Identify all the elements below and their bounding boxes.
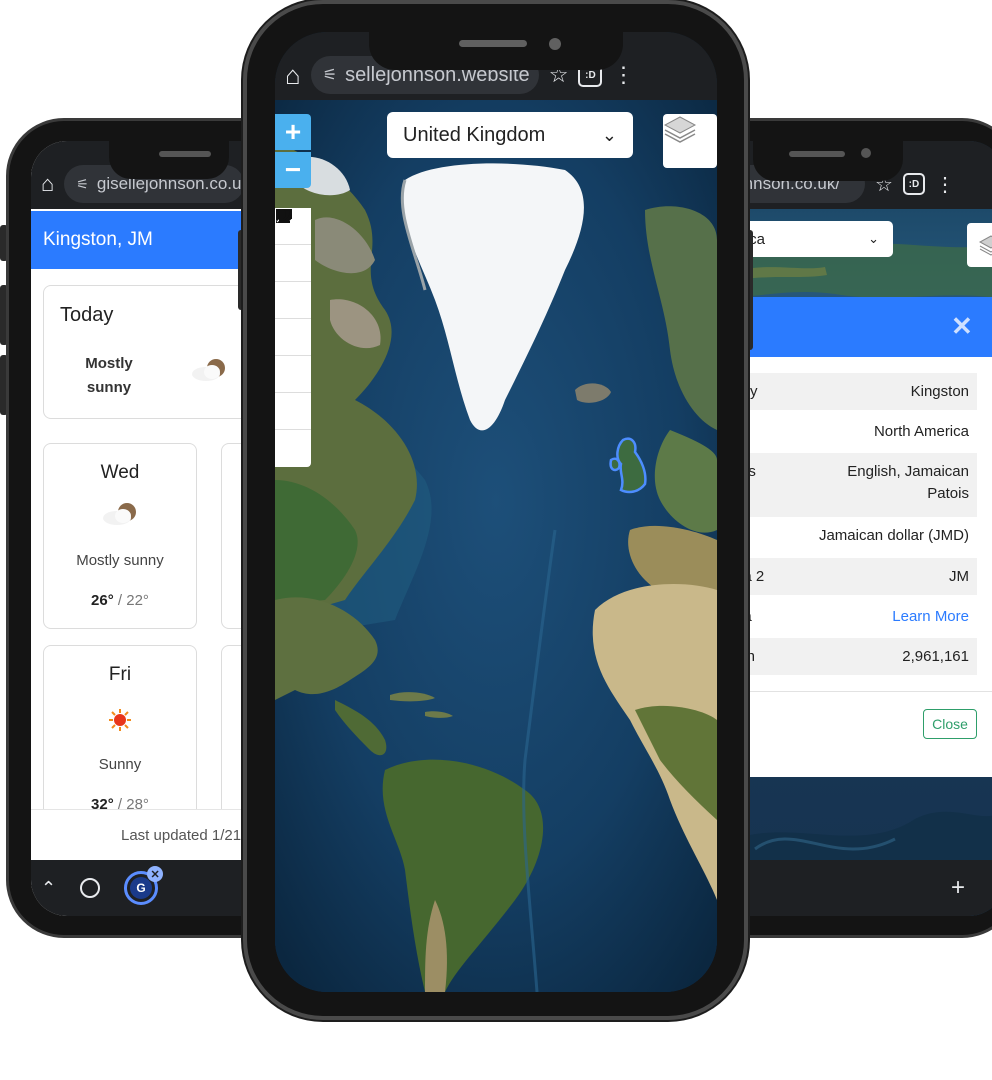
more-menu-icon[interactable]: ⋮ — [612, 62, 634, 88]
center-screen: ⌂ ⚟ sellejohnson.website ☆ :D ⋮ + − Unit… — [275, 32, 717, 992]
close-icon[interactable]: ✕ — [951, 311, 973, 342]
satellite-map — [275, 100, 717, 992]
world-map[interactable]: + − United Kingdom ⌄ — [275, 100, 717, 992]
right-screen: ejohnson.co.uk/ ☆ :D ⋮ maica ⌄ — [715, 141, 992, 916]
zoom-in-button[interactable]: + — [275, 114, 311, 150]
info-row: ency Jamaican dollar (JMD) — [715, 517, 977, 554]
zoom-out-button[interactable]: − — [275, 152, 311, 188]
today-title: Today — [60, 304, 114, 326]
city-title: Kingston, JM — [43, 229, 153, 250]
close-button[interactable]: Close — [923, 709, 977, 739]
info-value: Jamaican dollar (JMD) — [818, 527, 969, 544]
country-select-value: United Kingdom — [403, 123, 546, 146]
site-settings-icon[interactable]: ⚟ — [76, 176, 89, 193]
info-row: uages English, Jamaican Patois — [715, 453, 977, 517]
left-phone-notch — [109, 139, 229, 179]
forecast-day: Wed — [100, 462, 140, 483]
forecast-condition: Mostly sunny — [76, 552, 164, 569]
currency-icon[interactable] — [275, 209, 311, 356]
right-layers-button[interactable] — [967, 223, 992, 267]
forecast-high: 26° — [91, 592, 114, 609]
new-tab-icon[interactable]: + — [951, 874, 965, 902]
google-profile-icon[interactable]: G ✕ — [124, 866, 164, 905]
home-icon[interactable]: ⌂ — [285, 60, 301, 91]
info-value: English, Jamaican Patois — [847, 463, 969, 502]
temp-separator: / — [113, 592, 127, 609]
leaf-icon[interactable] — [275, 210, 311, 430]
info-row: pedia Learn More — [715, 598, 977, 635]
forecast-card-wed: Wed Mostly sunny 26° / 22° — [43, 443, 197, 629]
mostly-sunny-icon — [103, 503, 136, 525]
sunny-icon — [109, 709, 131, 731]
tab-switcher-icon[interactable] — [80, 878, 101, 898]
lightbulb-icon[interactable] — [275, 209, 311, 467]
chevron-down-icon: ⌄ — [868, 231, 879, 246]
chevron-down-icon: ⌄ — [601, 124, 617, 145]
info-value: JM — [949, 568, 969, 585]
news-icon[interactable] — [275, 209, 311, 319]
chevron-up-icon[interactable]: ⌃ — [41, 878, 56, 899]
info-value: North America — [873, 423, 969, 440]
showcase-stage: ⌂ ⚟ gisellejohnson.co.uk Kingston, JM To… — [0, 0, 992, 1080]
site-settings-icon[interactable]: ⚟ — [323, 65, 337, 85]
layers-button[interactable] — [663, 114, 717, 168]
info-value: 2,961,161 — [902, 648, 969, 665]
museum-icon[interactable] — [275, 209, 311, 393]
forecast-condition: Sunny — [98, 756, 142, 773]
info-row: tal city Kingston — [715, 373, 977, 410]
map-tool-strip — [275, 208, 311, 467]
country-select[interactable]: United Kingdom ⌄ — [387, 112, 633, 158]
info-value: Kingston — [910, 383, 969, 400]
modal-footer-divider — [715, 691, 992, 692]
info-row: alpha 2 JM — [715, 558, 977, 595]
home-icon[interactable]: ⌂ — [41, 171, 54, 197]
last-updated-text: Last updated 1/21 — [121, 827, 242, 844]
right-phone-notch — [753, 139, 903, 181]
right-bottom-bar: G ✕ + — [715, 860, 992, 916]
info-row: inent North America — [715, 413, 977, 450]
country-info-modal: wn ✕ tal city Kingston inent North Ameri… — [715, 297, 992, 777]
center-phone: ⌂ ⚟ sellejohnson.website ☆ :D ⋮ + − Unit… — [243, 0, 748, 1020]
center-phone-notch — [369, 28, 623, 70]
modal-header: wn ✕ — [715, 297, 992, 357]
cloud-icon[interactable] — [275, 209, 311, 282]
mostly-sunny-icon — [192, 359, 225, 381]
today-condition: Mostly sunny — [85, 355, 133, 396]
more-menu-icon[interactable]: ⋮ — [935, 172, 955, 197]
layers-icon — [978, 235, 992, 256]
wikipedia-link[interactable]: Learn More — [892, 608, 969, 625]
layers-icon — [663, 116, 697, 143]
forecast-temps: 26° / 22° — [44, 592, 196, 609]
forecast-low: 22° — [126, 592, 149, 609]
tab-count-icon[interactable]: :D — [902, 173, 925, 195]
forecast-card-fri: Fri Sunny 32° / 28° — [43, 645, 197, 835]
info-row: ılation 2,961,161 — [715, 638, 977, 675]
close-badge-icon[interactable]: ✕ — [147, 866, 164, 882]
forecast-day: Fri — [108, 664, 132, 685]
